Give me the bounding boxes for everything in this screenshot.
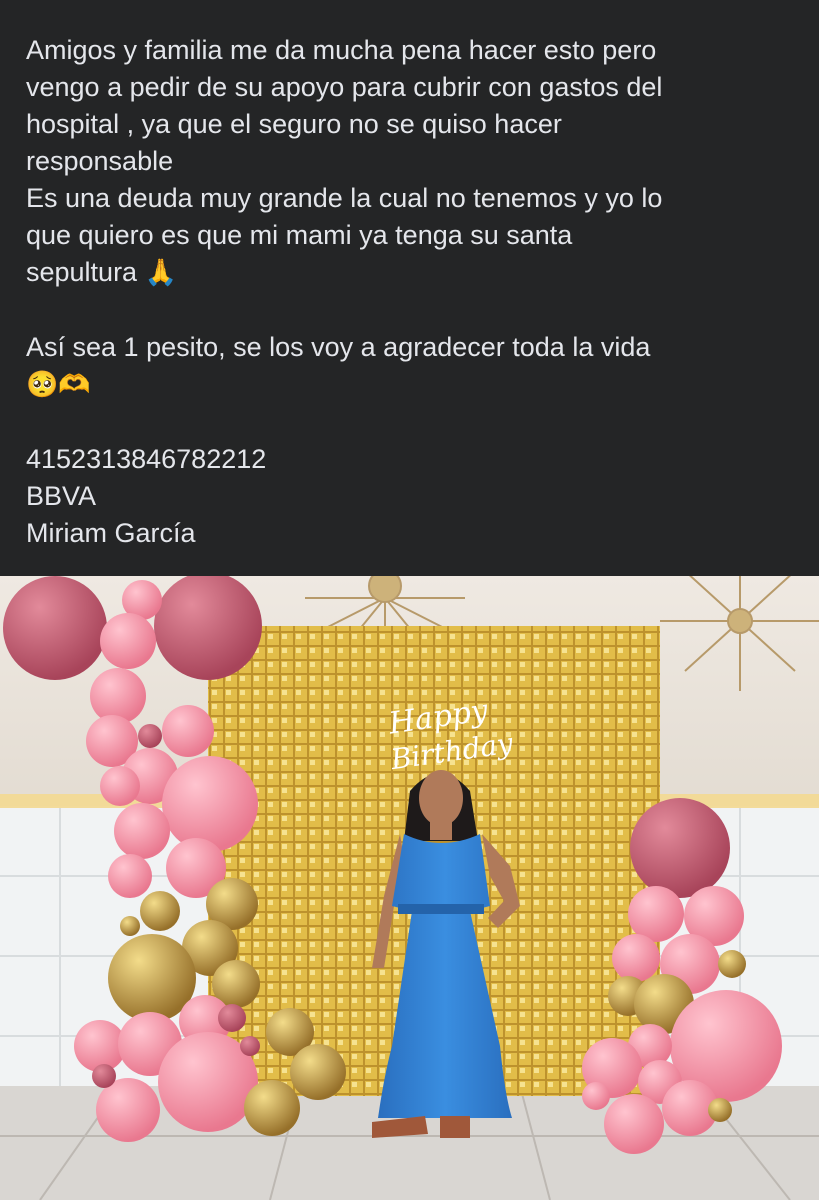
pleading-face-icon: 🥺 [26,370,59,400]
praying-hands-icon: 🙏 [144,258,177,288]
post-line-with-emoji: sepultura 🙏 [26,254,796,292]
post-emoji-line: 🥺🫶 [26,366,796,404]
birthday-photo-illustration: Happy Birthday [0,576,819,1200]
heart-hands-icon: 🫶 [58,370,91,400]
post-line: responsable [26,146,174,176]
post-line: vengo a pedir de su apoyo para cubrir co… [26,72,663,102]
post-line: que quiero es que mi mami ya tenga su sa… [26,220,573,250]
post-line: Así sea 1 pesito, se los voy a agradecer… [26,332,651,362]
post-blank-line [26,404,796,441]
post-text: Amigos y familia me da mucha pena hacer … [26,32,796,552]
post-line: Es una deuda muy grande la cual no tenem… [26,183,663,213]
account-number: 4152313846782212 [26,444,267,474]
post-line: Amigos y familia me da mucha pena hacer … [26,35,657,65]
bank-name: BBVA [26,481,97,511]
post-line: sepultura [26,257,138,287]
post-blank-line [26,292,796,329]
post-photo[interactable]: Happy Birthday [0,576,819,1200]
post-line: hospital , ya que el seguro no se quiso … [26,109,562,139]
account-holder-name: Miriam García [26,518,196,548]
